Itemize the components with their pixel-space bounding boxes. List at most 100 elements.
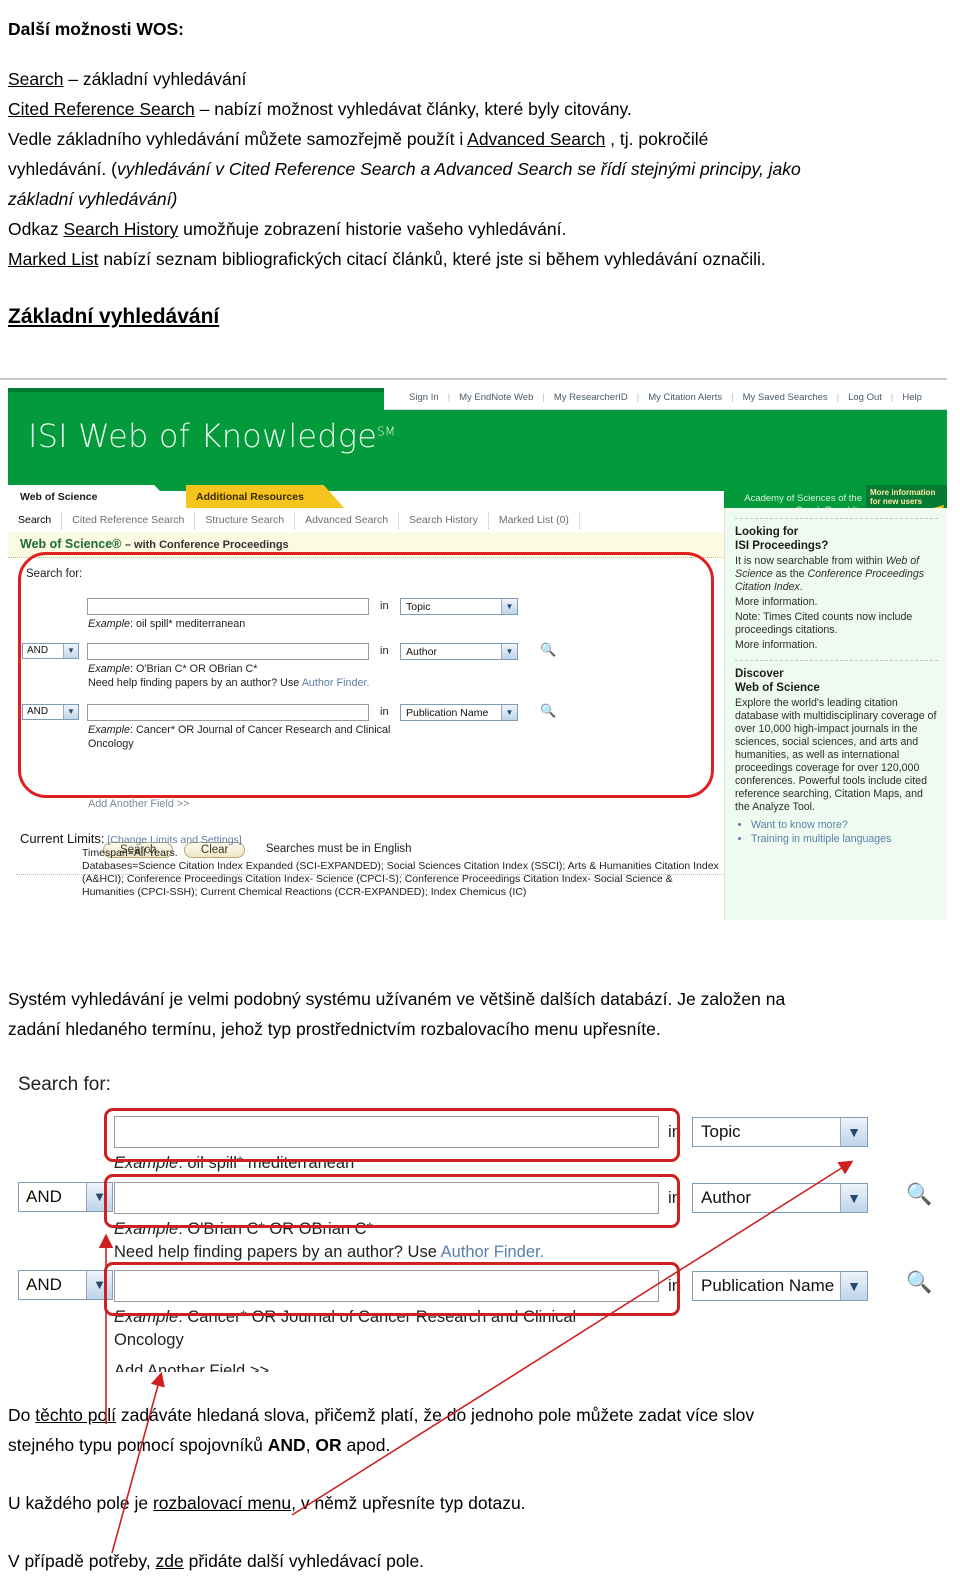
chevron-down-icon: ▼ bbox=[840, 1118, 867, 1146]
chevron-down-icon: ▼ bbox=[501, 644, 517, 659]
subtab-structure-search[interactable]: Structure Search bbox=[195, 511, 296, 529]
inline-link[interactable]: Search bbox=[8, 69, 63, 89]
zoom-field-select-3[interactable]: Publication Name ▼ bbox=[692, 1271, 868, 1301]
right-rail: Looking for ISI Proceedings? It is now s… bbox=[724, 508, 947, 920]
boolean-select-3-value: AND bbox=[27, 706, 49, 717]
rail-bullet-list[interactable]: Want to know more?Training in multiple l… bbox=[725, 818, 947, 846]
tab-additional-resources[interactable]: Additional Resources bbox=[186, 485, 346, 510]
field-lookup-icon-2[interactable]: 🔍 bbox=[540, 643, 556, 657]
zoom-boolean-select-3[interactable]: AND ▼ bbox=[18, 1270, 113, 1300]
zoom-in-label-2: in bbox=[668, 1188, 682, 1207]
field-select-3-value: Publication Name bbox=[406, 707, 489, 719]
section-title: Základní vyhledávání bbox=[8, 305, 220, 328]
zoom-field-lookup-icon-3[interactable]: 🔍 bbox=[906, 1272, 932, 1294]
add-another-field-link[interactable]: Add Another Field >> bbox=[88, 798, 189, 810]
chevron-down-icon: ▼ bbox=[501, 705, 517, 720]
inline-link[interactable]: těchto polí bbox=[35, 1405, 116, 1425]
subtab-search[interactable]: Search bbox=[8, 511, 63, 529]
zoom-field-select-2-value: Author bbox=[701, 1188, 752, 1207]
zoom-boolean-select-2-value: AND bbox=[26, 1187, 62, 1206]
topnav-item-log-out[interactable]: Log Out bbox=[839, 392, 891, 403]
topnav-item-my-saved-searches[interactable]: My Saved Searches bbox=[734, 392, 837, 403]
inline-text: zadáváte hledaná slova, přičemž platí, ž… bbox=[115, 1405, 755, 1425]
intro-line-5: Odkaz Search History umožňuje zobrazení … bbox=[8, 214, 946, 244]
intro-line-4: základní vyhledávání) bbox=[8, 184, 946, 214]
inline-text: , tj. pokročilé bbox=[605, 129, 709, 149]
subtab-marked-list-0-[interactable]: Marked List (0) bbox=[489, 511, 580, 529]
product-banner: Web of Science® – with Conference Procee… bbox=[8, 532, 724, 558]
mid-paragraph-block: Systém vyhledávání je velmi podobný syst… bbox=[8, 984, 952, 1044]
example-text-1: Example: oil spill* mediterranean bbox=[88, 618, 246, 630]
field-select-3[interactable]: Publication Name ▼ bbox=[400, 704, 518, 721]
secondary-tab-row[interactable]: Search Cited Reference Search Structure Se… bbox=[8, 508, 724, 533]
inline-text: základní vyhledávání) bbox=[8, 189, 178, 209]
inline-text: vyhledávání. ( bbox=[8, 159, 117, 179]
zoom-field-select-3-value: Publication Name bbox=[701, 1276, 835, 1295]
primary-tab-row: Web of Science Additional Resources bbox=[8, 485, 724, 510]
author-finder-link[interactable]: Author Finder. bbox=[302, 677, 370, 689]
field-select-2[interactable]: Author ▼ bbox=[400, 643, 518, 660]
logo-text: ISI Web of Knowledge bbox=[28, 417, 378, 455]
topnav-item-my-citation-alerts[interactable]: My Citation Alerts bbox=[639, 392, 731, 403]
search-input-1[interactable] bbox=[87, 598, 369, 615]
zoom-field-lookup-icon-2[interactable]: 🔍 bbox=[906, 1184, 932, 1206]
inline-link[interactable]: rozbalovací menu bbox=[153, 1493, 291, 1513]
inline-text: AND bbox=[267, 1435, 306, 1455]
rail-block1-link1[interactable]: More information. bbox=[725, 594, 947, 609]
zoom-field-select-1[interactable]: Topic ▼ bbox=[692, 1117, 868, 1147]
zoom-author-finder-link[interactable]: Author Finder. bbox=[441, 1243, 545, 1261]
field-select-1[interactable]: Topic ▼ bbox=[400, 598, 518, 615]
change-limits-link[interactable]: [Change Limits and Settings] bbox=[107, 834, 241, 846]
inline-link[interactable]: Marked List bbox=[8, 249, 98, 269]
intro-paragraph-block: Search – základní vyhledávání Cited Refer… bbox=[8, 64, 946, 274]
zoom-boolean-select-2[interactable]: AND ▼ bbox=[18, 1182, 113, 1212]
topnav-item-my-researcherid[interactable]: My ResearcherID bbox=[545, 392, 637, 403]
search-input-2[interactable] bbox=[87, 643, 369, 660]
search-input-3[interactable] bbox=[87, 704, 369, 721]
subtab-cited-reference-search[interactable]: Cited Reference Search bbox=[62, 511, 196, 529]
zoom-search-input-1[interactable] bbox=[114, 1116, 659, 1148]
inline-text: Odkaz bbox=[8, 219, 64, 239]
inline-link[interactable]: zde bbox=[156, 1551, 184, 1571]
rail-block1-link2[interactable]: More information. bbox=[725, 637, 947, 652]
current-limits-label: Current Limits: bbox=[20, 831, 105, 846]
example-text-2: Example: O'Brian C* OR OBrian C* bbox=[88, 663, 258, 675]
inline-link[interactable]: Search History bbox=[63, 219, 178, 239]
logo-sup: SM bbox=[377, 424, 396, 439]
boolean-select-2[interactable]: AND ▼ bbox=[22, 643, 79, 659]
field-lookup-icon-3[interactable]: 🔍 bbox=[540, 704, 556, 718]
field-select-2-value: Author bbox=[406, 646, 437, 658]
zoom-search-input-3[interactable] bbox=[114, 1270, 659, 1302]
rail-bullet-1[interactable]: Training in multiple languages bbox=[751, 832, 947, 846]
account-top-nav[interactable]: Sign In | My EndNote Web | My ResearcherID | M… bbox=[384, 386, 947, 410]
inline-text: Do bbox=[8, 1405, 36, 1425]
zoom-add-another-field-link[interactable]: Add Another Field >> bbox=[114, 1362, 269, 1372]
rail-divider-2 bbox=[735, 660, 938, 661]
rail-block2-paragraph: Explore the world's leading citation dat… bbox=[735, 697, 937, 813]
tab-web-of-science[interactable]: Web of Science bbox=[8, 485, 178, 510]
zoom-field-select-2[interactable]: Author ▼ bbox=[692, 1183, 868, 1213]
inline-link[interactable]: Cited Reference Search bbox=[8, 99, 195, 119]
topnav-item-sign-in[interactable]: Sign In bbox=[400, 392, 448, 403]
inline-text: OR bbox=[315, 1435, 342, 1455]
zoom-search-input-2[interactable] bbox=[114, 1182, 659, 1214]
author-finder-hint: Need help finding papers by an author? U… bbox=[88, 677, 370, 689]
rail-block1-paragraph1: It is now searchable from within Web of … bbox=[735, 555, 925, 593]
inline-link[interactable]: Advanced Search bbox=[467, 129, 605, 149]
in-label-2: in bbox=[380, 645, 389, 657]
banner-subtitle: – with Conference Proceedings bbox=[124, 539, 289, 551]
example-text-3-cont: Oncology bbox=[88, 738, 134, 750]
inline-text: Vedle základního vyhledávání můžete samo… bbox=[8, 129, 468, 149]
topnav-item-help[interactable]: Help bbox=[893, 392, 931, 403]
rail-bullet-0[interactable]: Want to know more? bbox=[751, 818, 947, 832]
boolean-select-3[interactable]: AND ▼ bbox=[22, 704, 79, 720]
chevron-down-icon: ▼ bbox=[86, 1271, 112, 1299]
subtab-advanced-search[interactable]: Advanced Search bbox=[295, 511, 400, 529]
rail-block2-title-line1: Discover bbox=[735, 668, 784, 680]
chevron-down-icon: ▼ bbox=[86, 1183, 112, 1211]
topnav-item-my-endnote-web[interactable]: My EndNote Web bbox=[450, 392, 542, 403]
example-text-3: Example: Cancer* OR Journal of Cancer Re… bbox=[88, 724, 391, 736]
inline-text: , bbox=[305, 1435, 316, 1455]
inline-text: – základní vyhledávání bbox=[63, 69, 247, 89]
subtab-search-history[interactable]: Search History bbox=[399, 511, 489, 529]
